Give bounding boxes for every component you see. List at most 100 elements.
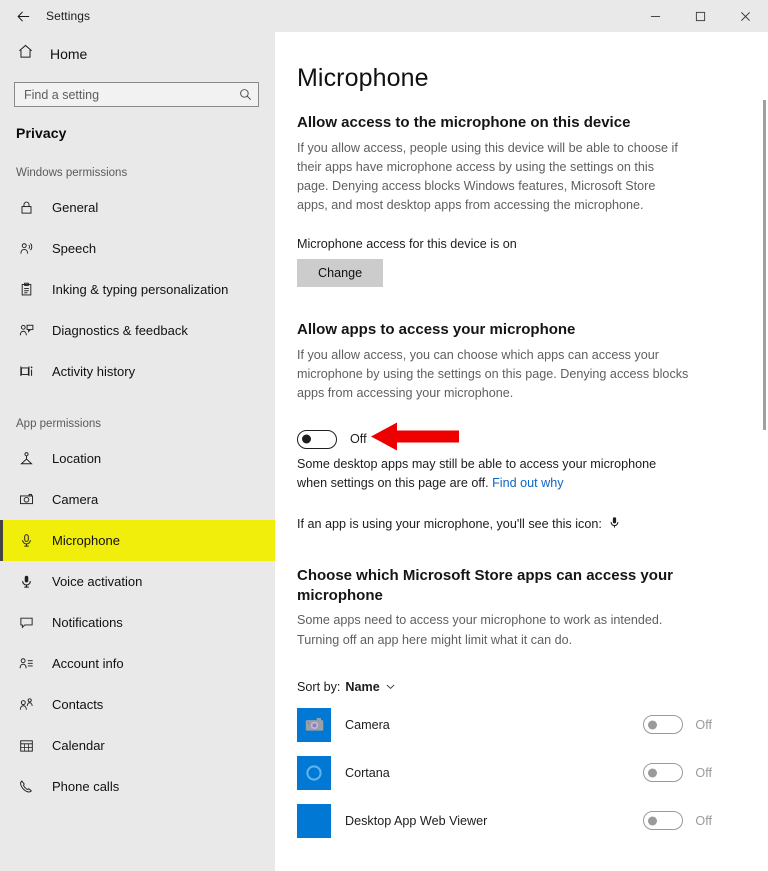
content-pane: Microphone Allow access to the microphon… <box>275 32 768 871</box>
app-list-item[interactable]: Desktop App Web Viewer Off <box>297 803 712 838</box>
sidebar-item-label: Phone calls <box>52 779 120 794</box>
sidebar-category-title: Privacy <box>16 125 67 141</box>
search-icon <box>239 88 252 101</box>
sidebar-item-label: Microphone <box>52 533 120 548</box>
clipboard-icon <box>18 282 35 297</box>
sidebar-item-home[interactable]: Home <box>0 36 275 72</box>
sidebar-item-diagnostics-feedback[interactable]: Diagnostics & feedback <box>0 310 275 351</box>
sidebar-item-location[interactable]: Location <box>0 438 275 479</box>
content-inner: Microphone Allow access to the microphon… <box>275 64 768 838</box>
search-input[interactable] <box>24 87 239 102</box>
sidebar-item-label: Account info <box>52 656 124 671</box>
location-icon <box>18 451 35 466</box>
minimize-icon <box>650 15 661 17</box>
sidebar-item-label: Activity history <box>52 364 136 379</box>
account-info-icon <box>18 656 35 671</box>
app-access-toggle[interactable] <box>643 811 684 831</box>
window-title: Settings <box>46 9 91 23</box>
desktop-apps-note-text: Some desktop apps may still be able to a… <box>297 456 657 490</box>
app-list-item[interactable]: Cortana Off <box>297 755 712 790</box>
section-description-store-apps: Some apps need to access your microphone… <box>297 613 663 647</box>
sidebar-item-calendar[interactable]: Calendar <box>0 725 275 766</box>
section-description-apps-access: If you allow access, you can choose whic… <box>297 348 689 401</box>
settings-window: Settings Home Find a setting Privacy Win… <box>0 0 768 871</box>
back-arrow-icon <box>16 10 29 22</box>
microphone-icon <box>18 533 35 548</box>
sidebar-item-label: Speech <box>52 241 97 256</box>
minimize-button[interactable] <box>633 0 678 32</box>
page-title: Microphone <box>297 64 429 92</box>
app-toggle-group: Off <box>643 715 712 735</box>
cortana-app-icon <box>297 755 331 790</box>
phone-icon <box>18 779 35 794</box>
search-box[interactable] <box>14 82 259 107</box>
app-access-toggle[interactable] <box>643 763 684 783</box>
device-access-status: Microphone access for this device is on <box>297 237 517 252</box>
sidebar-item-camera[interactable]: Camera <box>0 479 275 520</box>
maximize-button[interactable] <box>678 0 723 32</box>
sidebar-item-label: Location <box>52 451 102 466</box>
contacts-icon <box>18 697 35 712</box>
desktop-app-web-viewer-icon <box>297 803 331 838</box>
sort-by-label: Sort by: <box>297 679 341 694</box>
sidebar-item-activity-history[interactable]: Activity history <box>0 351 275 392</box>
apps-access-toggle[interactable] <box>297 429 337 449</box>
sidebar-item-microphone[interactable]: Microphone <box>0 520 275 561</box>
app-access-toggle[interactable] <box>643 715 684 735</box>
sidebar-item-label: Notifications <box>52 615 123 630</box>
app-name: Camera <box>345 717 390 732</box>
sidebar-item-contacts[interactable]: Contacts <box>0 684 275 725</box>
sidebar-item-label: Calendar <box>52 738 105 753</box>
toggle-knob <box>648 768 658 778</box>
titlebar-drag-area <box>90 0 633 32</box>
sidebar-item-notifications[interactable]: Notifications <box>0 602 275 643</box>
calendar-icon <box>18 738 35 753</box>
sidebar-group-label-windows-permissions: Windows permissions <box>16 167 128 179</box>
close-icon <box>741 11 750 21</box>
microphone-inline-icon <box>608 515 621 533</box>
diagnostics-icon <box>18 323 35 338</box>
sidebar-item-general[interactable]: General <box>0 187 275 228</box>
scrollbar-thumb[interactable] <box>763 100 766 430</box>
app-toggle-state: Off <box>695 717 712 732</box>
section-heading-device-access: Allow access to the microphone on this d… <box>297 114 631 131</box>
lock-icon <box>18 200 35 215</box>
title-bar: Settings <box>0 0 768 32</box>
apps-access-toggle-state: Off <box>350 432 367 447</box>
speech-icon <box>18 241 35 256</box>
close-button[interactable] <box>723 0 768 32</box>
sort-by-control[interactable]: Sort by: Name <box>297 680 712 694</box>
back-button[interactable] <box>0 0 46 32</box>
section-description-device-access: If you allow access, people using this d… <box>297 140 678 213</box>
toggle-knob <box>302 434 311 444</box>
sidebar-item-phone-calls[interactable]: Phone calls <box>0 766 275 807</box>
activity-history-icon <box>18 364 35 379</box>
sidebar-item-account-info[interactable]: Account info <box>0 643 275 684</box>
camera-app-icon <box>297 707 331 742</box>
app-name: Cortana <box>345 765 390 780</box>
maximize-icon <box>695 11 706 21</box>
window-body: Home Privacy Windows permissions <box>0 32 768 871</box>
content-scrollbar[interactable] <box>761 100 768 871</box>
voice-activation-icon <box>18 574 35 589</box>
desktop-apps-note: Some desktop apps may still be able to a… <box>297 455 677 493</box>
sidebar-item-inking-typing-personalization[interactable]: Inking & typing personalization <box>0 269 275 310</box>
app-toggle-group: Off <box>643 811 712 831</box>
sidebar-item-label: Inking & typing personalization <box>52 282 229 297</box>
app-name: Desktop App Web Viewer <box>345 813 488 828</box>
red-arrow-annotation <box>371 420 461 459</box>
microphone-in-use-note: If an app is using your microphone, you'… <box>297 515 712 533</box>
toggle-knob <box>648 720 658 730</box>
find-out-why-link[interactable]: Find out why <box>492 476 563 490</box>
sidebar-item-label: Diagnostics & feedback <box>52 323 188 338</box>
app-list-item[interactable]: Camera Off <box>297 707 712 742</box>
sidebar-item-label: Camera <box>52 492 99 507</box>
camera-icon <box>18 492 35 507</box>
sort-by-value: Name <box>345 679 380 694</box>
sidebar-item-speech[interactable]: Speech <box>0 228 275 269</box>
sidebar-group-label-app-permissions: App permissions <box>16 418 102 430</box>
sidebar-item-voice-activation[interactable]: Voice activation <box>0 561 275 602</box>
microphone-in-use-note-text: If an app is using your microphone, you'… <box>297 516 602 531</box>
change-button[interactable]: Change <box>297 259 384 288</box>
notification-icon <box>18 615 35 630</box>
